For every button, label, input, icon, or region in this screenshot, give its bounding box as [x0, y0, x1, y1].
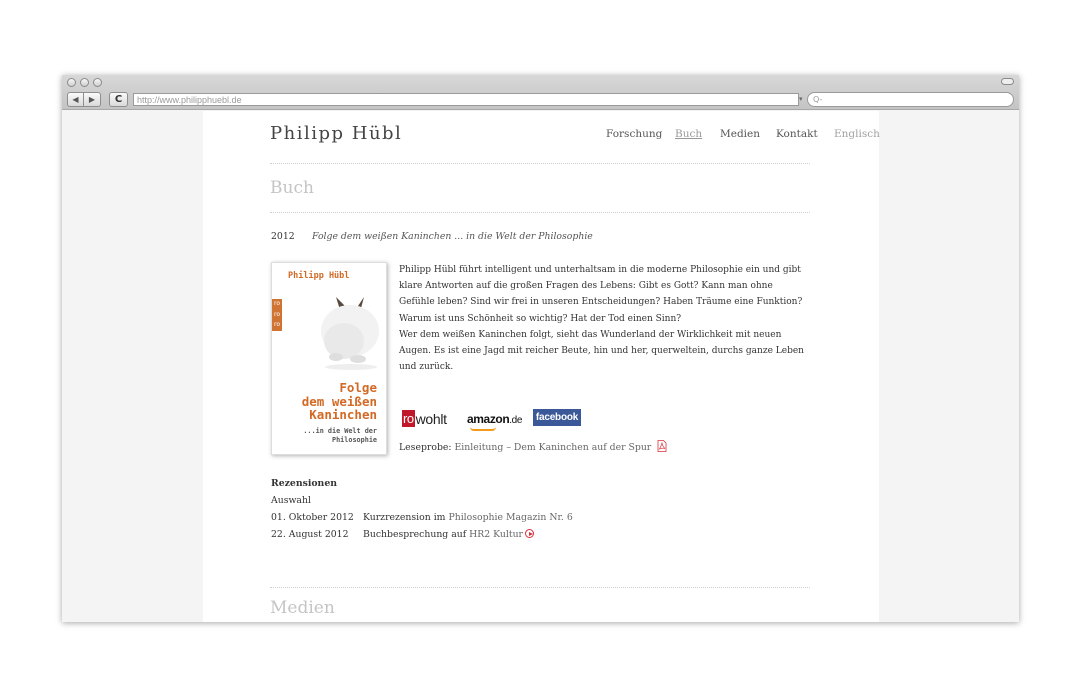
close-window-button[interactable]: [67, 78, 76, 87]
pdf-icon[interactable]: [657, 440, 667, 452]
book-title: Folge dem weißen Kaninchen ... in die We…: [312, 231, 593, 242]
review-source-link[interactable]: Philosophie Magazin Nr. 6: [448, 512, 572, 523]
play-icon[interactable]: [525, 529, 535, 538]
address-bar[interactable]: http://www.philipphuebl.de: [133, 93, 799, 106]
nav-medien[interactable]: Medien: [720, 128, 760, 140]
rororo-logo: ro ro ro: [272, 299, 282, 331]
book-cover[interactable]: Philipp Hübl ro ro ro Folge dem weißen K…: [271, 262, 387, 455]
nav-buch[interactable]: Buch: [675, 128, 702, 140]
description-paragraph: Wer dem weißen Kaninchen folgt, sieht da…: [399, 329, 804, 373]
header-divider: [270, 163, 810, 164]
toolbar-toggle-button[interactable]: [1001, 78, 1014, 85]
cover-title: Folge dem weißen Kaninchen: [301, 380, 377, 422]
forward-icon[interactable]: ▶: [84, 92, 101, 107]
nav-englisch[interactable]: Englisch: [834, 128, 880, 140]
address-dropdown-icon[interactable]: ▾: [799, 93, 806, 106]
amazon-logo-link[interactable]: amazon.de: [467, 412, 522, 426]
leseprobe-label: Leseprobe:: [399, 442, 452, 453]
review-source-link[interactable]: HR2 Kultur: [469, 529, 523, 540]
leseprobe-line: Leseprobe: Einleitung – Dem Kaninchen au…: [399, 440, 667, 456]
reviews-subheading: Auswahl: [271, 495, 311, 506]
search-input[interactable]: Q-: [807, 92, 1014, 107]
nav-kontakt[interactable]: Kontakt: [776, 128, 818, 140]
section-divider: [270, 587, 810, 588]
reviews-heading: Rezensionen: [271, 478, 337, 489]
review-entry: Kurzrezension im Philosophie Magazin Nr.…: [363, 512, 573, 523]
section-title-buch: Buch: [270, 178, 314, 198]
review-date: 01. Oktober 2012: [271, 512, 354, 523]
facebook-logo-link[interactable]: facebook: [533, 409, 581, 426]
book-description: Philipp Hübl führt intelligent und unter…: [399, 262, 811, 375]
cover-author: Philipp Hübl: [288, 271, 350, 281]
review-date: 22. August 2012: [271, 529, 349, 540]
history-nav: ◀ ▶: [67, 92, 101, 107]
book-year: 2012: [271, 231, 295, 242]
site-title[interactable]: Philipp Hübl: [270, 123, 402, 144]
white-rabbit-image: [321, 297, 379, 370]
review-entry: Buchbesprechung auf HR2 Kultur: [363, 527, 535, 543]
rowohlt-logo-link[interactable]: ro wohlt: [402, 410, 447, 427]
back-icon[interactable]: ◀: [67, 92, 84, 107]
browser-window: ◀ ▶ C http://www.philipphuebl.de ▾ Q- Ph…: [62, 75, 1019, 622]
leseprobe-link[interactable]: Einleitung – Dem Kaninchen auf der Spur: [455, 442, 652, 453]
zoom-window-button[interactable]: [93, 78, 102, 87]
nav-forschung[interactable]: Forschung: [606, 128, 662, 140]
amazon-smile-icon: [470, 427, 496, 431]
section-title-medien: Medien: [270, 598, 335, 618]
section-divider: [270, 212, 810, 213]
cover-subtitle: ...in die Welt der Philosophie: [303, 427, 377, 444]
description-paragraph: Philipp Hübl führt intelligent und unter…: [399, 265, 803, 324]
minimize-window-button[interactable]: [80, 78, 89, 87]
browser-toolbar: ◀ ▶ C http://www.philipphuebl.de ▾ Q-: [62, 75, 1019, 110]
reload-icon[interactable]: C: [109, 92, 128, 107]
web-page: Philipp Hübl Forschung Buch Medien Konta…: [203, 111, 880, 622]
